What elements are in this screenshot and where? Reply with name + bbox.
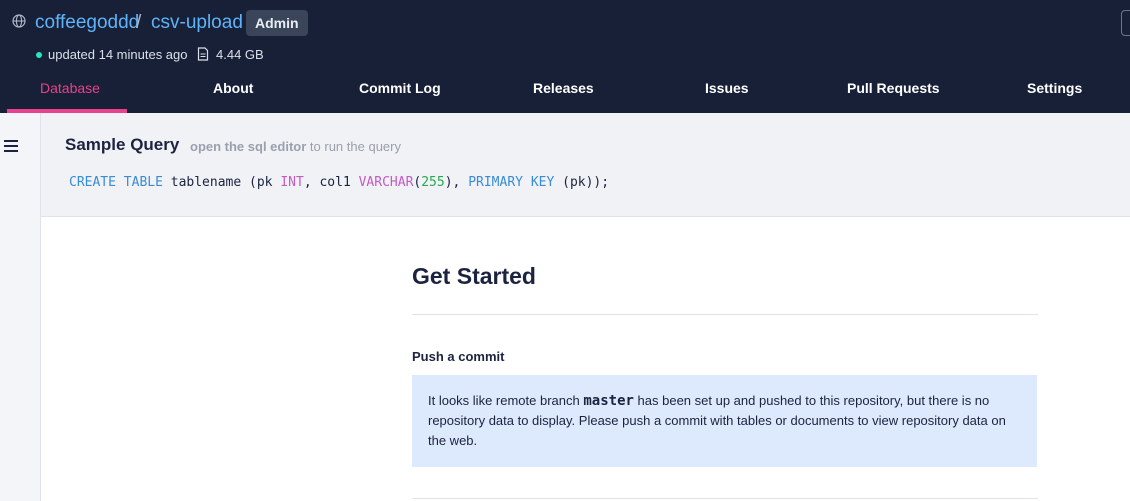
divider [412,498,1038,499]
code-text: tablename (pk [162,175,281,190]
menu-icon[interactable] [4,140,18,152]
code-keyword: CREATE TABLE [69,175,163,190]
open-sql-editor-link[interactable]: open the sql editor [190,139,306,154]
file-icon [197,47,209,61]
code-text: , col1 [303,175,359,190]
page-title: Get Started [412,263,536,289]
repo-tabs: Database About Commit Log Releases Issue… [0,72,1130,113]
status-dot [36,52,42,58]
role-badge: Admin [246,10,308,36]
divider [412,314,1038,315]
sample-query-panel: Sample Query open the sql editor to run … [41,113,1130,217]
branch-name: master [583,393,634,409]
tab-about[interactable]: About [213,80,253,96]
owner-link[interactable]: coffeegoddd [35,12,139,34]
code-type: VARCHAR [358,175,414,190]
tab-commit-log[interactable]: Commit Log [359,80,441,96]
repo-link[interactable]: csv-upload [151,12,243,34]
tab-database[interactable]: Database [40,80,100,96]
code-text: (pk)); [554,175,610,190]
tab-settings[interactable]: Settings [1027,80,1082,96]
code-text: ), [444,175,469,190]
sample-query-code: CREATE TABLE tablename (pk INT, col1 VAR… [69,175,609,190]
updated-text: updated 14 minutes ago [48,47,188,62]
header-action-button[interactable] [1121,10,1130,36]
info-text: It looks like remote branch [428,393,584,408]
tab-releases[interactable]: Releases [533,80,594,96]
push-commit-heading: Push a commit [412,349,505,364]
repo-header: coffeegoddd / csv-upload Admin updated 1… [0,0,1130,113]
code-type: INT [280,175,304,190]
path-separator: / [136,12,142,33]
tab-pull-requests[interactable]: Pull Requests [847,80,940,96]
left-rail [0,113,41,501]
sample-query-hint-text: to run the query [309,139,401,154]
info-callout: It looks like remote branch master has b… [412,375,1037,467]
sample-query-hint: open the sql editor to run the query [190,139,401,154]
code-number: 255 [421,175,445,190]
sample-query-title: Sample Query [65,135,180,154]
tab-issues[interactable]: Issues [705,80,749,96]
repo-size: 4.44 GB [216,47,264,62]
globe-icon [12,14,26,28]
code-keyword: PRIMARY KEY [468,175,555,190]
